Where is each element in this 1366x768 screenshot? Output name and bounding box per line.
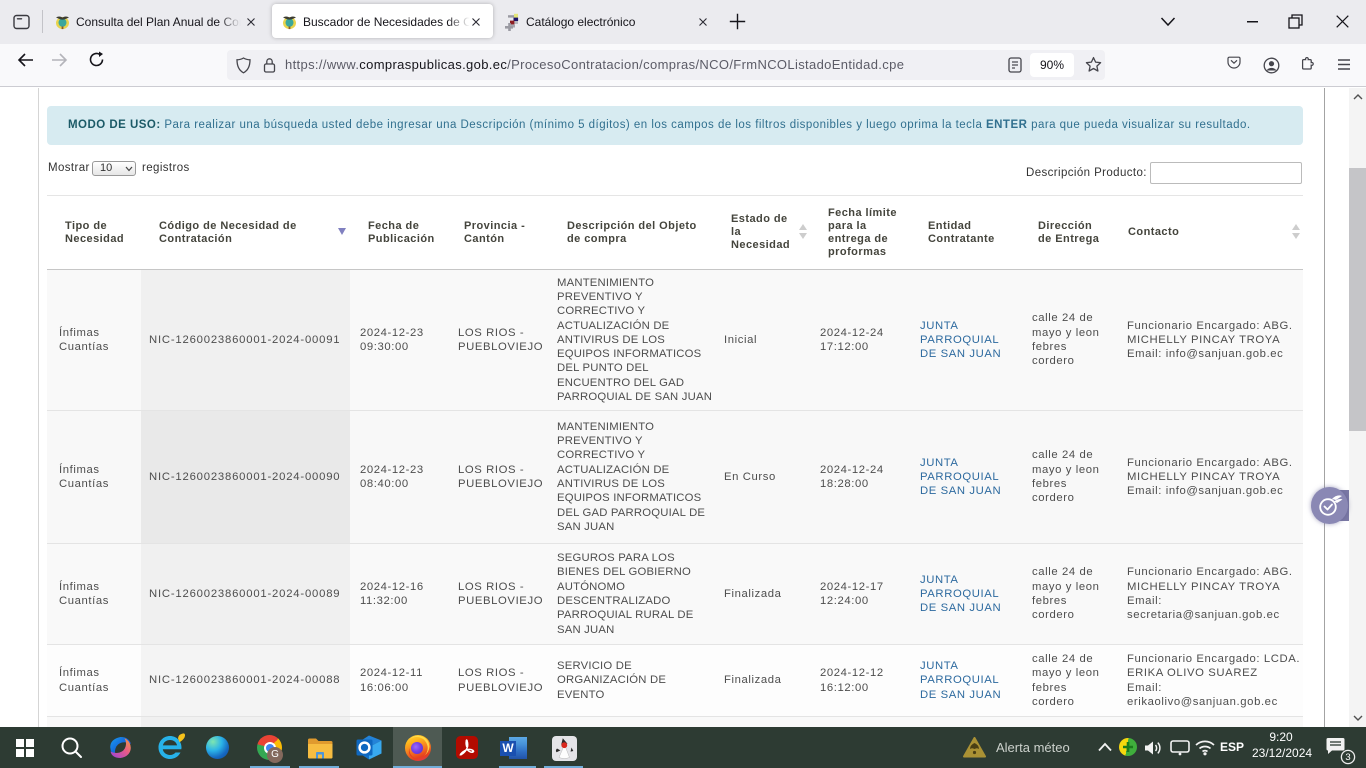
svg-text:3: 3	[1345, 752, 1350, 763]
